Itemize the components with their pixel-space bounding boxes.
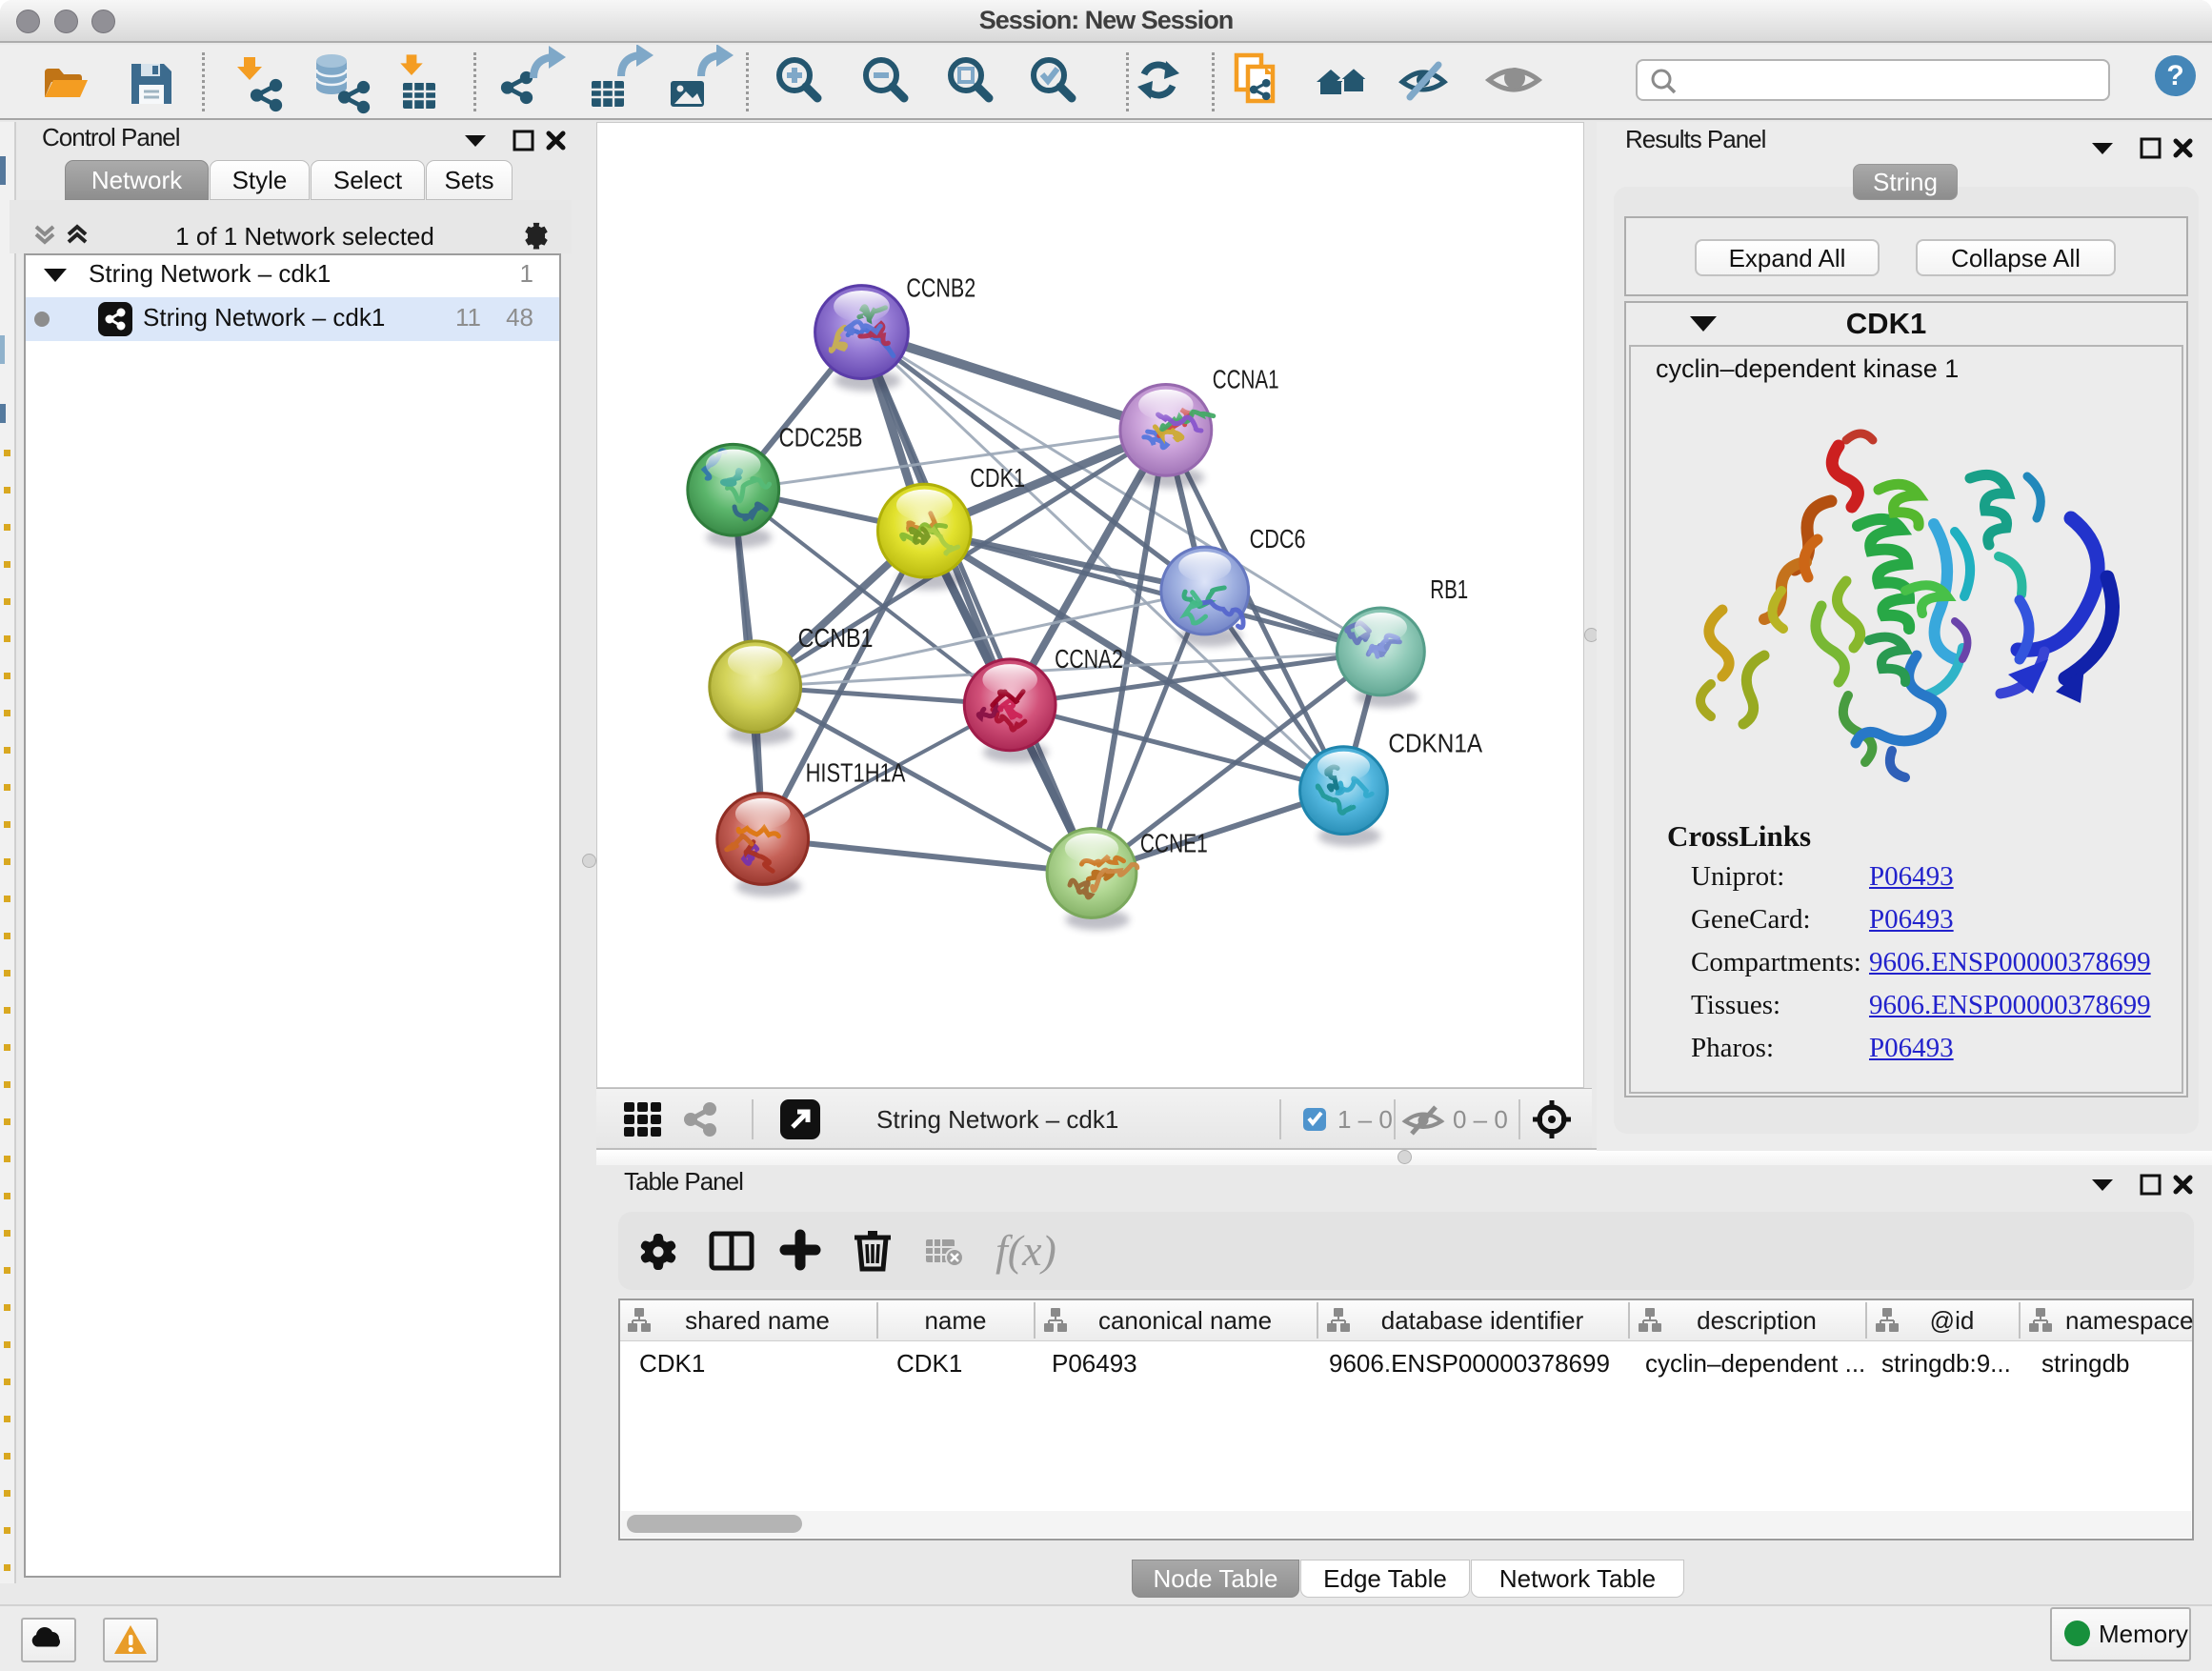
svg-text:CDK1: CDK1: [970, 463, 1025, 493]
svg-text:CCNA1: CCNA1: [1213, 364, 1279, 393]
svg-text:canonical name: canonical name: [1098, 1306, 1272, 1335]
svg-text:f(x): f(x): [995, 1226, 1056, 1275]
svg-text:CDC6: CDC6: [1250, 524, 1306, 554]
svg-text:RB1: RB1: [1430, 574, 1468, 604]
svg-text:CCNB1: CCNB1: [798, 623, 874, 653]
svg-text:CCNB2: CCNB2: [906, 273, 975, 303]
svg-text:database identifier: database identifier: [1381, 1306, 1584, 1335]
svg-text:String Network – cdk1: String Network – cdk1: [876, 1105, 1118, 1134]
svg-text:@id: @id: [1930, 1306, 1975, 1335]
svg-text:1 – 0: 1 – 0: [1337, 1105, 1393, 1134]
svg-text:CDC25B: CDC25B: [779, 422, 863, 452]
svg-text:CCNE1: CCNE1: [1140, 828, 1208, 857]
svg-text:namespace: namespace: [2065, 1306, 2193, 1335]
svg-text:CDKN1A: CDKN1A: [1388, 729, 1482, 758]
svg-text:CCNA2: CCNA2: [1055, 644, 1123, 674]
svg-text:shared name: shared name: [685, 1306, 830, 1335]
svg-text:name: name: [924, 1306, 986, 1335]
svg-text:HIST1H1A: HIST1H1A: [806, 758, 906, 788]
svg-text:description: description: [1697, 1306, 1817, 1335]
svg-text:0 – 0: 0 – 0: [1453, 1105, 1508, 1134]
